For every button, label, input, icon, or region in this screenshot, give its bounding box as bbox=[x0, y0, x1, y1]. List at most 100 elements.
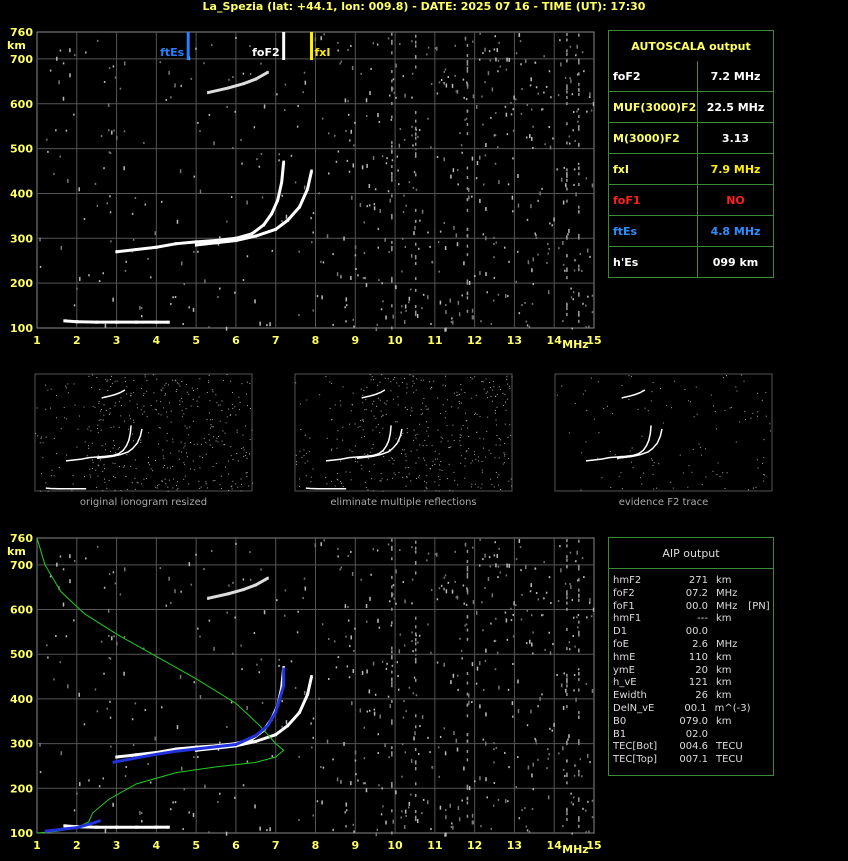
noise-dot bbox=[368, 204, 371, 207]
noise-streak bbox=[391, 304, 393, 308]
thumb-noise bbox=[330, 419, 332, 421]
noise-dot bbox=[575, 192, 577, 197]
thumb-noise bbox=[228, 490, 230, 492]
thumb-noise bbox=[165, 382, 167, 384]
thumb-noise bbox=[506, 375, 508, 377]
thumb-noise bbox=[367, 489, 369, 491]
noise-dot bbox=[112, 802, 114, 807]
thumb-noise bbox=[141, 483, 143, 485]
thumb-noise bbox=[120, 490, 122, 492]
thumb-noise bbox=[628, 375, 630, 377]
thumb-noise bbox=[392, 477, 394, 479]
thumb-noise bbox=[118, 446, 120, 448]
thumb-noise bbox=[304, 434, 306, 436]
noise-dot bbox=[591, 688, 594, 693]
thumb-noise bbox=[510, 434, 512, 436]
noise-dot bbox=[344, 98, 347, 103]
thumb-noise bbox=[164, 384, 166, 386]
noise-dot bbox=[359, 708, 362, 713]
noise-streak bbox=[414, 638, 417, 642]
thumb-noise bbox=[757, 411, 759, 413]
noise-dot bbox=[576, 44, 578, 49]
thumb-noise bbox=[763, 473, 765, 475]
noise-dot bbox=[346, 665, 349, 668]
noise-dot bbox=[493, 48, 496, 51]
noise-dot bbox=[332, 828, 334, 831]
noise-streak bbox=[578, 593, 580, 597]
thumb-noise bbox=[359, 420, 361, 422]
thumb-noise bbox=[427, 408, 429, 410]
thumb-noise bbox=[460, 428, 462, 430]
thumb-noise bbox=[77, 428, 79, 430]
noise-dot bbox=[465, 623, 468, 626]
noise-dot bbox=[521, 593, 523, 596]
noise-dot bbox=[532, 762, 535, 767]
noise-dot bbox=[113, 635, 115, 638]
noise-streak bbox=[566, 175, 568, 179]
thumb-noise bbox=[460, 389, 462, 391]
noise-dot bbox=[485, 206, 487, 211]
noise-dot bbox=[430, 322, 432, 325]
noise-dot bbox=[402, 75, 405, 78]
noise-dot bbox=[487, 71, 490, 76]
noise-dot bbox=[408, 296, 411, 301]
noise-dot bbox=[412, 650, 414, 653]
aip-cell bbox=[716, 729, 748, 742]
noise-dot bbox=[340, 60, 343, 63]
thumb-noise bbox=[208, 433, 210, 435]
noise-dot bbox=[352, 163, 355, 168]
noise-dot bbox=[240, 644, 242, 647]
x-tick-label: 10 bbox=[387, 839, 403, 852]
noise-dot bbox=[460, 649, 463, 652]
noise-dot bbox=[445, 304, 447, 307]
noise-dot bbox=[76, 792, 78, 795]
noise-streak bbox=[578, 630, 580, 634]
noise-streak bbox=[391, 585, 393, 589]
y-unit-label: km bbox=[7, 545, 26, 558]
noise-dot bbox=[353, 144, 355, 147]
thumb-noise bbox=[486, 397, 488, 399]
noise-dot bbox=[132, 744, 135, 747]
thumb-noise bbox=[168, 402, 170, 404]
thumb-noise bbox=[154, 460, 156, 462]
noise-dot bbox=[479, 538, 481, 541]
noise-dot bbox=[427, 800, 429, 805]
noise-streak bbox=[414, 616, 417, 620]
thumb-noise bbox=[166, 440, 168, 442]
thumb-noise bbox=[97, 454, 99, 456]
noise-streak bbox=[578, 183, 580, 187]
noise-dot bbox=[39, 265, 42, 268]
noise-dot bbox=[203, 568, 205, 571]
thumb-noise bbox=[325, 376, 327, 378]
noise-dot bbox=[281, 194, 283, 197]
noise-dot bbox=[499, 571, 502, 574]
noise-dot bbox=[573, 110, 575, 113]
noise-streak bbox=[578, 824, 580, 828]
noise-dot bbox=[395, 602, 397, 605]
thumb-noise bbox=[610, 486, 612, 488]
noise-dot bbox=[170, 808, 172, 811]
thumb-noise bbox=[473, 451, 475, 453]
noise-dot bbox=[322, 766, 325, 769]
noise-dot bbox=[366, 163, 368, 168]
thumb-noise bbox=[729, 407, 731, 409]
noise-dot bbox=[494, 162, 497, 165]
aip-cell: km bbox=[716, 575, 732, 586]
thumb-noise bbox=[146, 380, 148, 382]
noise-streak bbox=[466, 758, 469, 762]
noise-dot bbox=[496, 48, 499, 53]
noise-dot bbox=[450, 321, 453, 324]
thumb-noise bbox=[371, 478, 373, 480]
thumb-noise bbox=[405, 485, 407, 487]
noise-dot bbox=[483, 689, 485, 692]
thumb-noise bbox=[140, 439, 142, 441]
thumb-noise bbox=[498, 386, 500, 388]
thumb-noise bbox=[244, 425, 246, 427]
noise-dot bbox=[463, 261, 465, 266]
noise-streak bbox=[566, 592, 568, 596]
noise-dot bbox=[372, 156, 375, 161]
noise-streak bbox=[566, 705, 568, 709]
noise-dot bbox=[572, 291, 575, 294]
noise-dot bbox=[495, 241, 498, 244]
noise-streak bbox=[414, 277, 417, 281]
